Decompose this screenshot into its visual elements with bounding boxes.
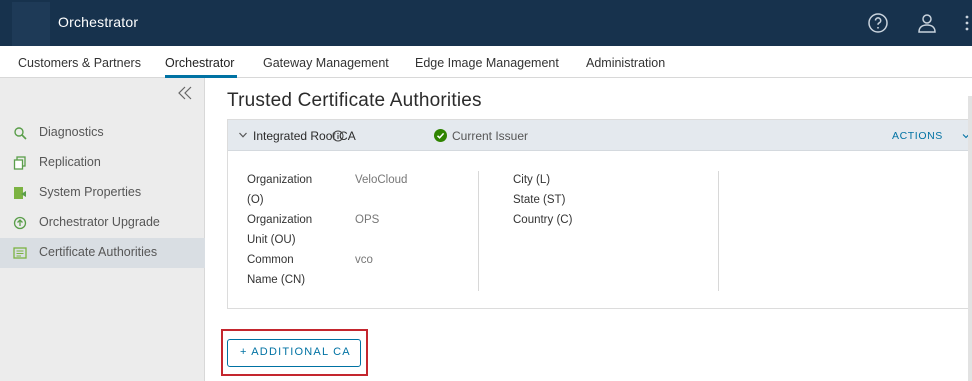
collapse-sidebar-icon[interactable] (176, 85, 194, 101)
top-nav: Customers & Partners Orchestrator Gatewa… (0, 46, 972, 78)
field-value-organization-unit: OPS (355, 214, 380, 226)
column-divider (718, 171, 719, 291)
chevron-down-icon[interactable] (238, 130, 248, 140)
help-icon[interactable] (866, 11, 890, 35)
nav-administration[interactable]: Administration (586, 56, 665, 70)
field-label-country: Country (C) (513, 214, 573, 226)
scrollbar[interactable] (968, 96, 972, 381)
system-properties-icon (14, 187, 26, 199)
field-label-common-name: Common Name (CN) (247, 254, 306, 286)
certificate-icon (13, 247, 27, 259)
column-divider (478, 171, 479, 291)
more-icon[interactable] (962, 14, 972, 32)
add-additional-ca-button[interactable]: + ADDITIONAL CA (227, 339, 361, 367)
sidebar-item-label: Certificate Authorities (39, 245, 158, 259)
sidebar-item-diagnostics[interactable]: Diagnostics (0, 118, 205, 148)
field-label-organization-unit: Organization Unit (OU) (247, 214, 313, 246)
app-title: Orchestrator (58, 14, 139, 30)
ca-panel: Integrated Root CA Current Issuer ACTION… (227, 119, 970, 309)
sidebar-item-label: Orchestrator Upgrade (39, 215, 160, 229)
nav-edge-image-management[interactable]: Edge Image Management (415, 56, 559, 70)
replication-icon (13, 156, 26, 170)
user-icon[interactable] (915, 11, 939, 35)
sidebar-item-orchestrator-upgrade[interactable]: Orchestrator Upgrade (0, 208, 205, 238)
sidebar-item-label: Diagnostics (39, 125, 104, 139)
main-content: Trusted Certificate Authorities Integrat… (206, 78, 972, 381)
actions-button[interactable]: ACTIONS (892, 130, 943, 142)
sidebar: Diagnostics Replication System Propertie… (0, 78, 205, 381)
sidebar-item-system-properties[interactable]: System Properties (0, 178, 205, 208)
diagnostics-icon (14, 127, 27, 140)
field-label-state: State (ST) (513, 194, 566, 206)
app-logo[interactable] (12, 2, 50, 46)
status-text: Current Issuer (452, 129, 529, 143)
sidebar-item-label: Replication (39, 155, 101, 169)
field-value-organization: VeloCloud (355, 174, 408, 186)
app-header: Orchestrator (0, 0, 972, 46)
sidebar-item-certificate-authorities[interactable]: Certificate Authorities (0, 238, 205, 268)
check-circle-icon (434, 129, 447, 142)
ca-panel-header[interactable]: Integrated Root CA Current Issuer ACTION… (228, 120, 970, 151)
field-value-common-name: vco (355, 254, 373, 266)
nav-customers-partners[interactable]: Customers & Partners (18, 56, 141, 70)
field-label-organization: Organization (O) (247, 174, 313, 206)
nav-orchestrator[interactable]: Orchestrator (165, 56, 234, 70)
highlight-box: + ADDITIONAL CA (221, 329, 368, 376)
info-icon[interactable] (332, 130, 344, 142)
field-label-city: City (L) (513, 174, 551, 186)
sidebar-item-replication[interactable]: Replication (0, 148, 205, 178)
sidebar-item-label: System Properties (39, 185, 142, 199)
nav-gateway-management[interactable]: Gateway Management (263, 56, 389, 70)
add-additional-ca-label: + ADDITIONAL CA (240, 346, 351, 358)
page-title: Trusted Certificate Authorities (227, 90, 482, 111)
upgrade-icon (13, 216, 27, 230)
